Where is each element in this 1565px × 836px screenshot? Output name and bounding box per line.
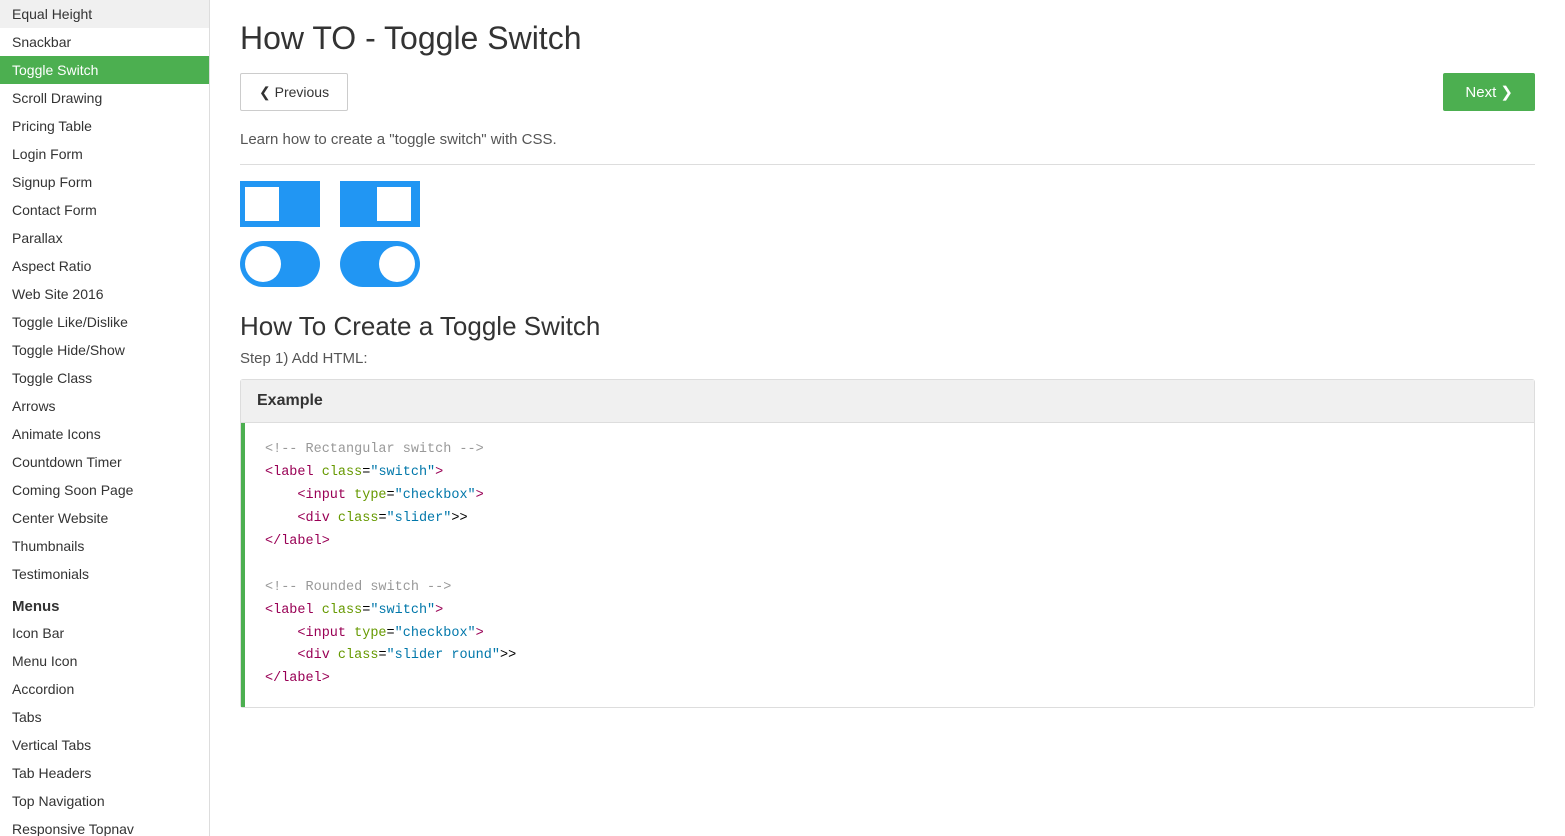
sidebar-item-vertical-tabs[interactable]: Vertical Tabs <box>0 731 209 759</box>
code-line: </label> <box>265 668 1514 691</box>
code-line <box>265 554 1514 577</box>
code-line: </label> <box>265 531 1514 554</box>
code-line: <div class="slider round">> <box>265 645 1514 668</box>
toggle-demos-row2 <box>240 241 1535 287</box>
sidebar-item-parallax[interactable]: Parallax <box>0 224 209 252</box>
code-block: <!-- Rectangular switch --><label class=… <box>241 423 1534 707</box>
sidebar-item-responsive-topnav[interactable]: Responsive Topnav <box>0 815 209 836</box>
sidebar-item-menu-icon[interactable]: Menu Icon <box>0 647 209 675</box>
code-line: <input type="checkbox"> <box>265 623 1514 646</box>
menus-section-label: Menus <box>0 588 209 619</box>
description-text: Learn how to create a "toggle switch" wi… <box>240 131 1535 165</box>
toggle-rect-on[interactable] <box>340 181 420 227</box>
sidebar-item-center-website[interactable]: Center Website <box>0 504 209 532</box>
code-line: <!-- Rectangular switch --> <box>265 439 1514 462</box>
sidebar-item-coming-soon-page[interactable]: Coming Soon Page <box>0 476 209 504</box>
sidebar-item-equal-height[interactable]: Equal Height <box>0 0 209 28</box>
sidebar-item-scroll-drawing[interactable]: Scroll Drawing <box>0 84 209 112</box>
sidebar-item-snackbar[interactable]: Snackbar <box>0 28 209 56</box>
prev-button[interactable]: ❮ Previous <box>240 73 348 111</box>
code-line: <label class="switch"> <box>265 462 1514 485</box>
sidebar-item-top-navigation[interactable]: Top Navigation <box>0 787 209 815</box>
sidebar-item-aspect-ratio[interactable]: Aspect Ratio <box>0 252 209 280</box>
sidebar-item-animate-icons[interactable]: Animate Icons <box>0 420 209 448</box>
main-content: How TO - Toggle Switch ❮ Previous Next ❯… <box>210 0 1565 836</box>
sidebar-item-arrows[interactable]: Arrows <box>0 392 209 420</box>
sidebar-item-toggle-like/dislike[interactable]: Toggle Like/Dislike <box>0 308 209 336</box>
sidebar-item-tab-headers[interactable]: Tab Headers <box>0 759 209 787</box>
toggle-rect-off[interactable] <box>240 181 320 227</box>
sidebar-item-login-form[interactable]: Login Form <box>0 140 209 168</box>
toggle-demos-row1 <box>240 181 1535 227</box>
sidebar-item-toggle-class[interactable]: Toggle Class <box>0 364 209 392</box>
sidebar-item-toggle-switch[interactable]: Toggle Switch <box>0 56 209 84</box>
sidebar-item-testimonials[interactable]: Testimonials <box>0 560 209 588</box>
sidebar-item-thumbnails[interactable]: Thumbnails <box>0 532 209 560</box>
sidebar: Equal HeightSnackbarToggle SwitchScroll … <box>0 0 210 836</box>
code-line: <!-- Rounded switch --> <box>265 577 1514 600</box>
sidebar-item-countdown-timer[interactable]: Countdown Timer <box>0 448 209 476</box>
sidebar-item-accordion[interactable]: Accordion <box>0 675 209 703</box>
code-line: <div class="slider">> <box>265 508 1514 531</box>
code-line: <label class="switch"> <box>265 600 1514 623</box>
step1-label: Step 1) Add HTML: <box>240 350 1535 367</box>
example-label: Example <box>241 380 1534 423</box>
toggle-round-on[interactable] <box>340 241 420 287</box>
sidebar-item-icon-bar[interactable]: Icon Bar <box>0 619 209 647</box>
example-box: Example <!-- Rectangular switch --><labe… <box>240 379 1535 708</box>
sidebar-item-pricing-table[interactable]: Pricing Table <box>0 112 209 140</box>
section-heading: How To Create a Toggle Switch <box>240 311 1535 342</box>
nav-buttons: ❮ Previous Next ❯ <box>240 73 1535 111</box>
sidebar-item-toggle-hide/show[interactable]: Toggle Hide/Show <box>0 336 209 364</box>
sidebar-item-web-site-2016[interactable]: Web Site 2016 <box>0 280 209 308</box>
sidebar-item-contact-form[interactable]: Contact Form <box>0 196 209 224</box>
page-title: How TO - Toggle Switch <box>240 20 1535 57</box>
code-line: <input type="checkbox"> <box>265 485 1514 508</box>
sidebar-item-signup-form[interactable]: Signup Form <box>0 168 209 196</box>
toggle-round-off[interactable] <box>240 241 320 287</box>
next-button[interactable]: Next ❯ <box>1443 73 1535 111</box>
sidebar-item-tabs[interactable]: Tabs <box>0 703 209 731</box>
